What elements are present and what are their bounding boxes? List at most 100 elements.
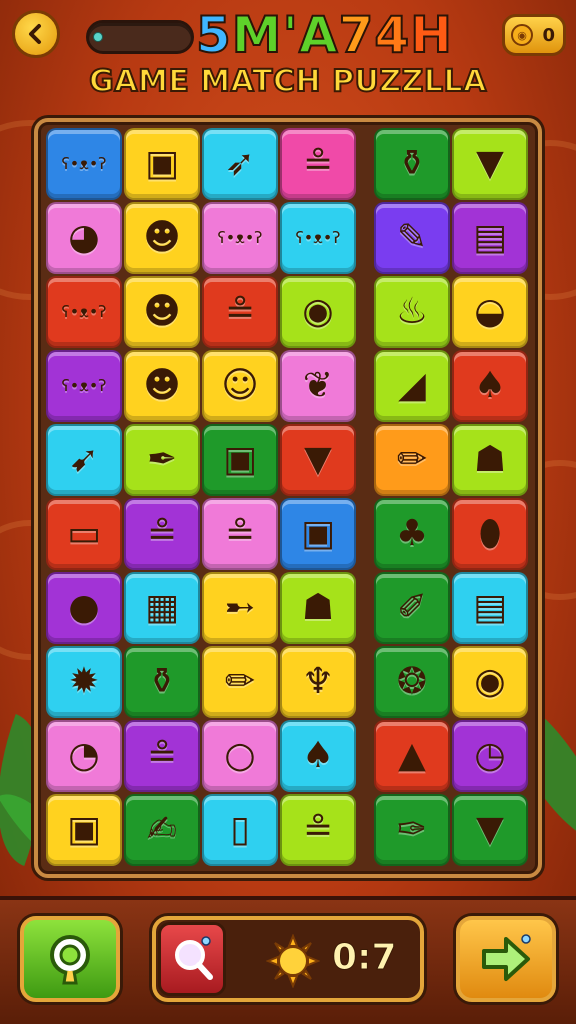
board-tile[interactable]: ◉ [280,276,356,348]
coin-counter[interactable]: ◉ 0 [502,14,566,56]
board-tile[interactable]: ≗ [280,128,356,200]
board-tile[interactable]: ◒ [452,276,528,348]
bear-face-icon: ʕ•ᴥ•ʔ [217,228,263,247]
magnifier-badge-icon [50,935,90,985]
board-tile[interactable]: ✑ [374,794,450,866]
board-tile[interactable]: ◉ [452,646,528,718]
rocket-icon: ➹ [68,439,100,480]
pear-icon: ♣ [395,513,429,554]
board-tile[interactable]: ▲ [374,720,450,792]
paintbrush-icon: ✍ [146,809,178,850]
cat-face-icon: ≗ [224,513,256,554]
board-tile[interactable]: ✹ [46,646,122,718]
bear-face-icon: ʕ•ᴥ•ʔ [295,228,341,247]
fox-face-icon: ▼ [304,439,332,480]
board-tile[interactable]: ➸ [202,572,278,644]
pencil-icon: ✏ [396,439,428,480]
board-tile[interactable]: ♣ [374,498,450,570]
board-tile[interactable]: ▼ [452,128,528,200]
board-tile[interactable]: ✏ [374,424,450,496]
board-tile[interactable]: ○ [202,720,278,792]
board-tile[interactable]: ▼ [452,794,528,866]
fox-face-icon: ▼ [476,809,504,850]
board-tile[interactable]: ◷ [452,720,528,792]
cookie-icon: ✹ [68,661,100,702]
next-button[interactable] [456,916,556,1002]
board-tile[interactable]: ☻ [124,202,200,274]
box-icon: ▣ [66,809,101,850]
board-tile[interactable]: ≗ [202,498,278,570]
brush-icon: ✎ [396,217,428,258]
board-tile[interactable]: ◔ [46,720,122,792]
hint-button[interactable] [20,916,120,1002]
board-tile[interactable]: ▣ [202,424,278,496]
board-tile[interactable]: ● [46,572,122,644]
board-tile[interactable]: ʕ•ᴥ•ʔ [202,202,278,274]
magnifier-icon [175,936,213,980]
board-tile[interactable]: ◢ [374,350,450,422]
puzzle-board: ʕ•ᴥ•ʔ ▣ ➶ ≗ ⚱ ▼ ◕ ☻ ʕ•ᴥ•ʔ ʕ•ᴥ•ʔ ✎ ▤ ʕ•ᴥ•ʔ ☻ ≗ ◉ ♨ ◒ ʕ•ᴥ•ʔ ☻… [34,118,542,878]
board-tile[interactable]: ≗ [124,498,200,570]
level-progress-bar [86,20,194,54]
pepper-icon: ➸ [224,587,256,628]
title-char: 5 [195,5,232,65]
board-tile[interactable]: ➶ [202,128,278,200]
title-char: 4 [373,5,411,65]
board-tile[interactable]: ▼ [280,424,356,496]
board-tile[interactable]: ☗ [280,572,356,644]
board-tile[interactable]: ▤ [452,202,528,274]
board-tile[interactable]: ▣ [124,128,200,200]
board-tile[interactable]: ▯ [202,794,278,866]
board-tile[interactable]: ☻ [124,276,200,348]
board-tile[interactable]: ʕ•ᴥ•ʔ [46,276,122,348]
gift-box-icon: ▤ [472,217,507,258]
dog-face-icon: ◕ [68,217,100,258]
board-tile[interactable]: ✍ [124,794,200,866]
pig-face-icon: ◉ [302,291,334,332]
gift-box-icon: ▤ [472,587,507,628]
board-tile[interactable]: ʕ•ᴥ•ʔ [46,128,122,200]
spoon-icon: ◒ [474,291,506,332]
board-tile[interactable]: ☗ [452,424,528,496]
board-tile[interactable]: ☻ [124,350,200,422]
board-tile[interactable]: ✎ [374,202,450,274]
back-button[interactable] [12,10,60,58]
board-tile[interactable]: ☺ [202,350,278,422]
board-tile[interactable]: ≗ [280,794,356,866]
board-tile[interactable]: ❦ [280,350,356,422]
board-tile[interactable]: ⬮ [452,498,528,570]
board-tile[interactable]: ♨ [374,276,450,348]
board-tile[interactable]: ʕ•ᴥ•ʔ [46,350,122,422]
turtle-icon: ☗ [301,587,335,628]
board-tile[interactable]: ▦ [124,572,200,644]
board-tile[interactable]: ⚱ [124,646,200,718]
cat-face-icon: ≗ [146,513,178,554]
board-tile[interactable]: ⚱ [374,128,450,200]
board-tile[interactable]: ✐ [374,572,450,644]
fox-face-icon: ▼ [476,143,504,184]
coin-count: 0 [542,24,555,46]
board-tile[interactable]: ≗ [202,276,278,348]
magnify-button[interactable] [158,922,226,996]
board-tile[interactable]: ▭ [46,498,122,570]
board-tile[interactable]: ✏ [202,646,278,718]
board-tile[interactable]: ʕ•ᴥ•ʔ [280,202,356,274]
turtle-icon: ☗ [473,439,507,480]
board-tile[interactable]: ▣ [46,794,122,866]
board-tile[interactable]: ♆ [280,646,356,718]
board-tile[interactable]: ▣ [280,498,356,570]
game-title: 5 M'A74H [195,2,486,68]
board-tile[interactable]: ◕ [46,202,122,274]
jar-icon: ⚱ [396,143,428,184]
top-bar: 5 M'A74H ◉ 0 [0,0,576,68]
board-tile[interactable]: ♠ [280,720,356,792]
board-tile[interactable]: ≗ [124,720,200,792]
box-icon: ▣ [300,513,335,554]
chevron-left-icon [29,24,41,44]
box-icon: ▣ [222,439,257,480]
board-tile[interactable]: ➹ [46,424,122,496]
board-tile[interactable]: ❂ [374,646,450,718]
board-tile[interactable]: ▤ [452,572,528,644]
board-tile[interactable]: ✒ [124,424,200,496]
board-tile[interactable]: ♠ [452,350,528,422]
